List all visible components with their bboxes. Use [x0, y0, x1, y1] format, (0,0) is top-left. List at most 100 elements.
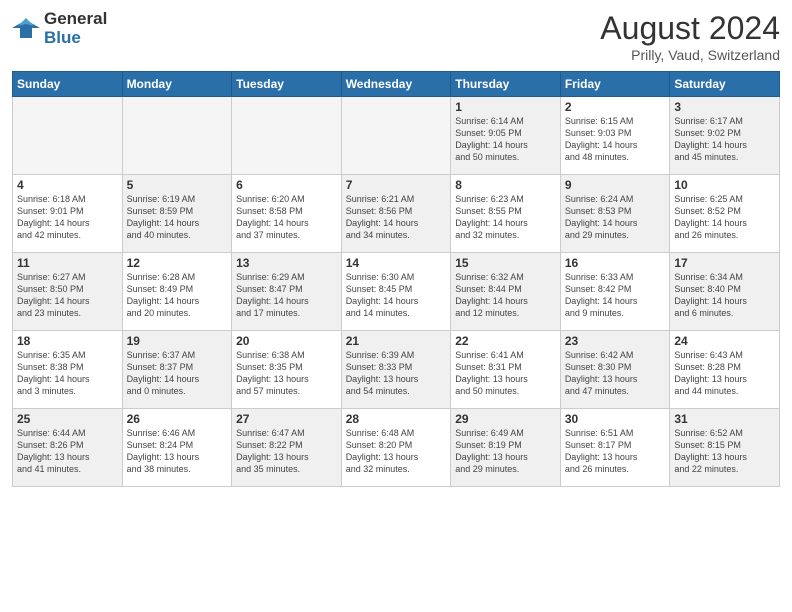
header: General Blue August 2024 Prilly, Vaud, S… [12, 10, 780, 63]
week-row-5: 25Sunrise: 6:44 AM Sunset: 8:26 PM Dayli… [13, 409, 780, 487]
day-number: 28 [346, 412, 447, 426]
day-info: Sunrise: 6:44 AM Sunset: 8:26 PM Dayligh… [17, 427, 118, 476]
day-number: 22 [455, 334, 556, 348]
day-header-tuesday: Tuesday [232, 72, 342, 97]
calendar-cell: 31Sunrise: 6:52 AM Sunset: 8:15 PM Dayli… [670, 409, 780, 487]
calendar-cell: 2Sunrise: 6:15 AM Sunset: 9:03 PM Daylig… [560, 97, 670, 175]
day-number: 5 [127, 178, 228, 192]
calendar-cell: 14Sunrise: 6:30 AM Sunset: 8:45 PM Dayli… [341, 253, 451, 331]
week-row-1: 1Sunrise: 6:14 AM Sunset: 9:05 PM Daylig… [13, 97, 780, 175]
day-number: 3 [674, 100, 775, 114]
calendar-cell: 24Sunrise: 6:43 AM Sunset: 8:28 PM Dayli… [670, 331, 780, 409]
calendar-cell: 8Sunrise: 6:23 AM Sunset: 8:55 PM Daylig… [451, 175, 561, 253]
calendar-cell: 22Sunrise: 6:41 AM Sunset: 8:31 PM Dayli… [451, 331, 561, 409]
day-info: Sunrise: 6:48 AM Sunset: 8:20 PM Dayligh… [346, 427, 447, 476]
calendar-cell [232, 97, 342, 175]
day-info: Sunrise: 6:47 AM Sunset: 8:22 PM Dayligh… [236, 427, 337, 476]
calendar-cell: 20Sunrise: 6:38 AM Sunset: 8:35 PM Dayli… [232, 331, 342, 409]
calendar-cell: 15Sunrise: 6:32 AM Sunset: 8:44 PM Dayli… [451, 253, 561, 331]
calendar-cell [13, 97, 123, 175]
day-number: 20 [236, 334, 337, 348]
calendar-cell [341, 97, 451, 175]
calendar-cell: 28Sunrise: 6:48 AM Sunset: 8:20 PM Dayli… [341, 409, 451, 487]
day-info: Sunrise: 6:14 AM Sunset: 9:05 PM Dayligh… [455, 115, 556, 164]
calendar-cell: 4Sunrise: 6:18 AM Sunset: 9:01 PM Daylig… [13, 175, 123, 253]
day-number: 19 [127, 334, 228, 348]
calendar-cell: 11Sunrise: 6:27 AM Sunset: 8:50 PM Dayli… [13, 253, 123, 331]
day-header-friday: Friday [560, 72, 670, 97]
day-info: Sunrise: 6:18 AM Sunset: 9:01 PM Dayligh… [17, 193, 118, 242]
page-container: General Blue August 2024 Prilly, Vaud, S… [0, 0, 792, 495]
logo: General Blue [12, 10, 107, 47]
day-info: Sunrise: 6:28 AM Sunset: 8:49 PM Dayligh… [127, 271, 228, 320]
day-number: 6 [236, 178, 337, 192]
day-number: 23 [565, 334, 666, 348]
day-info: Sunrise: 6:52 AM Sunset: 8:15 PM Dayligh… [674, 427, 775, 476]
day-info: Sunrise: 6:29 AM Sunset: 8:47 PM Dayligh… [236, 271, 337, 320]
calendar-cell: 19Sunrise: 6:37 AM Sunset: 8:37 PM Dayli… [122, 331, 232, 409]
week-row-3: 11Sunrise: 6:27 AM Sunset: 8:50 PM Dayli… [13, 253, 780, 331]
day-info: Sunrise: 6:20 AM Sunset: 8:58 PM Dayligh… [236, 193, 337, 242]
day-info: Sunrise: 6:49 AM Sunset: 8:19 PM Dayligh… [455, 427, 556, 476]
calendar-cell: 23Sunrise: 6:42 AM Sunset: 8:30 PM Dayli… [560, 331, 670, 409]
day-info: Sunrise: 6:46 AM Sunset: 8:24 PM Dayligh… [127, 427, 228, 476]
day-info: Sunrise: 6:51 AM Sunset: 8:17 PM Dayligh… [565, 427, 666, 476]
day-number: 4 [17, 178, 118, 192]
calendar-cell: 18Sunrise: 6:35 AM Sunset: 8:38 PM Dayli… [13, 331, 123, 409]
day-number: 31 [674, 412, 775, 426]
day-info: Sunrise: 6:30 AM Sunset: 8:45 PM Dayligh… [346, 271, 447, 320]
logo-line2: Blue [44, 29, 107, 48]
day-number: 27 [236, 412, 337, 426]
day-number: 12 [127, 256, 228, 270]
day-info: Sunrise: 6:19 AM Sunset: 8:59 PM Dayligh… [127, 193, 228, 242]
calendar-cell: 17Sunrise: 6:34 AM Sunset: 8:40 PM Dayli… [670, 253, 780, 331]
day-number: 14 [346, 256, 447, 270]
day-info: Sunrise: 6:15 AM Sunset: 9:03 PM Dayligh… [565, 115, 666, 164]
calendar-cell: 27Sunrise: 6:47 AM Sunset: 8:22 PM Dayli… [232, 409, 342, 487]
day-number: 11 [17, 256, 118, 270]
day-number: 1 [455, 100, 556, 114]
day-number: 9 [565, 178, 666, 192]
month-title: August 2024 [600, 10, 780, 47]
calendar-cell: 6Sunrise: 6:20 AM Sunset: 8:58 PM Daylig… [232, 175, 342, 253]
day-info: Sunrise: 6:17 AM Sunset: 9:02 PM Dayligh… [674, 115, 775, 164]
logo-line1: General [44, 10, 107, 29]
calendar-cell: 21Sunrise: 6:39 AM Sunset: 8:33 PM Dayli… [341, 331, 451, 409]
day-info: Sunrise: 6:21 AM Sunset: 8:56 PM Dayligh… [346, 193, 447, 242]
day-number: 7 [346, 178, 447, 192]
day-info: Sunrise: 6:41 AM Sunset: 8:31 PM Dayligh… [455, 349, 556, 398]
day-info: Sunrise: 6:27 AM Sunset: 8:50 PM Dayligh… [17, 271, 118, 320]
calendar-cell: 26Sunrise: 6:46 AM Sunset: 8:24 PM Dayli… [122, 409, 232, 487]
day-number: 25 [17, 412, 118, 426]
day-number: 24 [674, 334, 775, 348]
day-header-sunday: Sunday [13, 72, 123, 97]
title-block: August 2024 Prilly, Vaud, Switzerland [600, 10, 780, 63]
day-number: 18 [17, 334, 118, 348]
calendar-cell: 9Sunrise: 6:24 AM Sunset: 8:53 PM Daylig… [560, 175, 670, 253]
logo-icon [12, 18, 40, 40]
day-info: Sunrise: 6:43 AM Sunset: 8:28 PM Dayligh… [674, 349, 775, 398]
day-number: 2 [565, 100, 666, 114]
day-number: 21 [346, 334, 447, 348]
calendar-cell: 1Sunrise: 6:14 AM Sunset: 9:05 PM Daylig… [451, 97, 561, 175]
calendar-cell: 7Sunrise: 6:21 AM Sunset: 8:56 PM Daylig… [341, 175, 451, 253]
day-info: Sunrise: 6:23 AM Sunset: 8:55 PM Dayligh… [455, 193, 556, 242]
calendar-cell: 25Sunrise: 6:44 AM Sunset: 8:26 PM Dayli… [13, 409, 123, 487]
day-info: Sunrise: 6:25 AM Sunset: 8:52 PM Dayligh… [674, 193, 775, 242]
calendar-cell [122, 97, 232, 175]
day-header-wednesday: Wednesday [341, 72, 451, 97]
day-number: 13 [236, 256, 337, 270]
day-info: Sunrise: 6:33 AM Sunset: 8:42 PM Dayligh… [565, 271, 666, 320]
day-header-saturday: Saturday [670, 72, 780, 97]
day-number: 10 [674, 178, 775, 192]
day-number: 26 [127, 412, 228, 426]
week-row-4: 18Sunrise: 6:35 AM Sunset: 8:38 PM Dayli… [13, 331, 780, 409]
calendar-cell: 29Sunrise: 6:49 AM Sunset: 8:19 PM Dayli… [451, 409, 561, 487]
calendar-cell: 30Sunrise: 6:51 AM Sunset: 8:17 PM Dayli… [560, 409, 670, 487]
day-info: Sunrise: 6:24 AM Sunset: 8:53 PM Dayligh… [565, 193, 666, 242]
day-info: Sunrise: 6:34 AM Sunset: 8:40 PM Dayligh… [674, 271, 775, 320]
header-row: SundayMondayTuesdayWednesdayThursdayFrid… [13, 72, 780, 97]
day-info: Sunrise: 6:42 AM Sunset: 8:30 PM Dayligh… [565, 349, 666, 398]
calendar-cell: 3Sunrise: 6:17 AM Sunset: 9:02 PM Daylig… [670, 97, 780, 175]
calendar-table: SundayMondayTuesdayWednesdayThursdayFrid… [12, 71, 780, 487]
